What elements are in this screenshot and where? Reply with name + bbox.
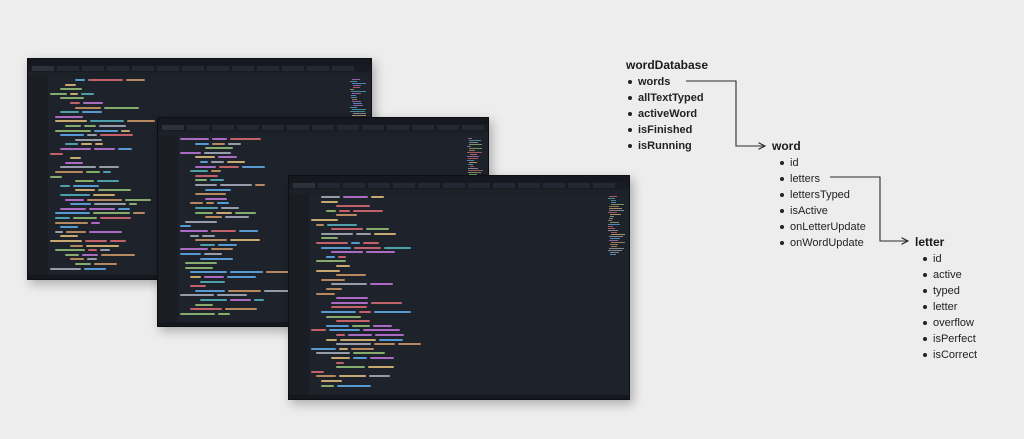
list-item: lettersTyped	[778, 187, 866, 203]
word-properties: id letters lettersTyped isActive onLette…	[778, 155, 866, 251]
wordDatabase-block: wordDatabase words allTextTyped activeWo…	[626, 58, 708, 154]
letter-block: letter id active typed letter overflow i…	[915, 235, 977, 363]
tree-connectors	[686, 80, 1024, 439]
list-item: overflow	[921, 315, 977, 331]
list-item: isFinished	[626, 122, 708, 138]
list-item: letters	[778, 171, 866, 187]
list-item: onWordUpdate	[778, 235, 866, 251]
letter-title: letter	[915, 235, 945, 249]
word-title: word	[772, 139, 801, 153]
list-item: isCorrect	[921, 347, 977, 363]
list-item: isActive	[778, 203, 866, 219]
list-item: id	[778, 155, 866, 171]
list-item: isPerfect	[921, 331, 977, 347]
letter-properties: id active typed letter overflow isPerfec…	[921, 251, 977, 363]
list-item: activeWord	[626, 106, 708, 122]
list-item: onLetterUpdate	[778, 219, 866, 235]
wordDatabase-title: wordDatabase	[626, 58, 709, 72]
list-item: words	[626, 74, 708, 90]
list-item: active	[921, 267, 977, 283]
wordDatabase-properties: words allTextTyped activeWord isFinished…	[626, 74, 708, 154]
list-item: letter	[921, 299, 977, 315]
word-block: word id letters lettersTyped isActive on…	[772, 139, 866, 251]
list-item: allTextTyped	[626, 90, 708, 106]
list-item: id	[921, 251, 977, 267]
list-item: isRunning	[626, 138, 708, 154]
list-item: typed	[921, 283, 977, 299]
